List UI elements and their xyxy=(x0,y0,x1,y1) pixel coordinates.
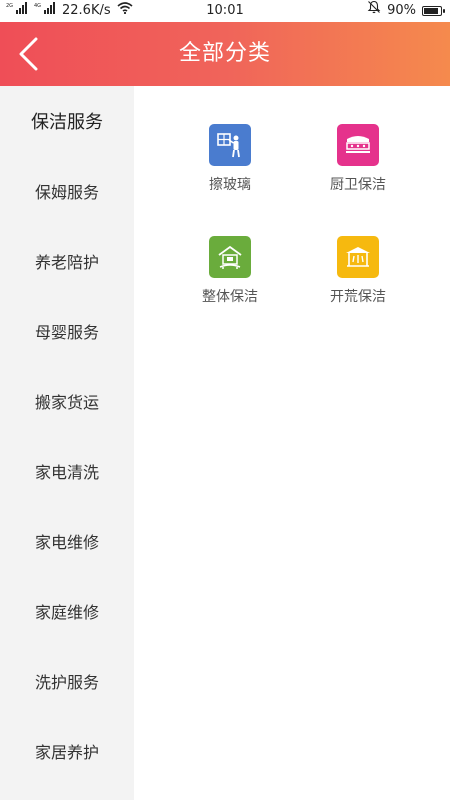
category-sidebar: 保洁服务 保姆服务 养老陪护 母婴服务 搬家货运 家电清洗 家电维修 家庭维修 … xyxy=(0,86,134,800)
status-right: 90% xyxy=(367,0,445,22)
sidebar-item-home-repair[interactable]: 家庭维修 xyxy=(0,576,134,646)
sidebar-item-moving[interactable]: 搬家货运 xyxy=(0,366,134,436)
page-title: 全部分类 xyxy=(178,41,271,66)
sidebar-item-laundry[interactable]: 洗护服务 xyxy=(0,646,134,716)
house-cleaning-icon xyxy=(209,236,251,278)
sidebar-item-label: 搬家货运 xyxy=(34,393,99,412)
category-window-cleaning[interactable]: 擦玻璃 xyxy=(175,124,285,224)
sidebar-item-label: 家庭维修 xyxy=(34,603,99,622)
sidebar-item-appliance-cleaning[interactable]: 家电清洗 xyxy=(0,436,134,506)
sidebar-item-label: 洗护服务 xyxy=(34,673,99,692)
sidebar-item-nanny[interactable]: 保姆服务 xyxy=(0,156,134,226)
sidebar-item-label: 保姆服务 xyxy=(34,183,99,202)
window-cleaning-icon xyxy=(209,124,251,166)
sidebar-item-maternity[interactable]: 母婴服务 xyxy=(0,296,134,366)
sidebar-item-elderly-care[interactable]: 养老陪护 xyxy=(0,226,134,296)
category-house-cleaning[interactable]: 整体保洁 xyxy=(175,236,285,336)
sidebar-item-label: 保洁服务 xyxy=(31,112,103,133)
status-bar: 2G 4G 22.6K/s 10:01 90% xyxy=(0,0,450,22)
sidebar-item-label: 家电维修 xyxy=(34,533,99,552)
category-kitchen-bath[interactable]: 厨卫保洁 xyxy=(303,124,413,224)
battery-level xyxy=(424,8,438,14)
sidebar-item-furniture-care[interactable]: 家居养护 xyxy=(0,716,134,786)
sidebar-item-label: 家居养护 xyxy=(34,743,99,762)
category-content: 擦玻璃 厨卫保洁 整体保洁 开荒保洁 xyxy=(134,86,450,800)
sidebar-item-cleaning[interactable]: 保洁服务 xyxy=(0,86,134,156)
sidebar-item-label: 母婴服务 xyxy=(34,323,99,342)
category-pioneer-cleaning[interactable]: 开荒保洁 xyxy=(303,236,413,336)
battery-icon xyxy=(422,6,445,16)
mute-bell-icon xyxy=(367,0,381,22)
sidebar-item-label: 家电清洗 xyxy=(34,463,99,482)
kitchen-bath-icon xyxy=(337,124,379,166)
battery-percent: 90% xyxy=(387,3,416,18)
app-bar: 全部分类 xyxy=(0,22,450,86)
sidebar-item-appliance-repair[interactable]: 家电维修 xyxy=(0,506,134,576)
pioneer-cleaning-icon xyxy=(337,236,379,278)
category-label: 厨卫保洁 xyxy=(330,177,386,193)
category-label: 整体保洁 xyxy=(202,289,258,305)
category-label: 开荒保洁 xyxy=(330,289,386,305)
category-label: 擦玻璃 xyxy=(209,177,251,193)
sidebar-item-label: 养老陪护 xyxy=(34,253,99,272)
